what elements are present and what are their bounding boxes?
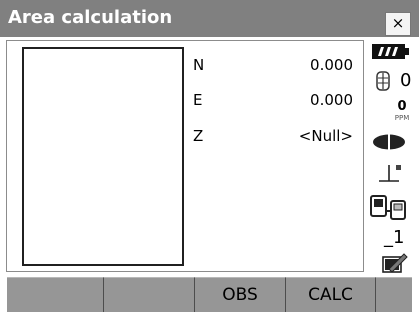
tilt-compensation-icon[interactable] — [377, 162, 407, 184]
title-bar: Area calculation × — [0, 0, 419, 37]
bluetooth-communication-icon[interactable] — [369, 193, 413, 221]
north-label: N — [193, 56, 205, 74]
status-icon-column: 0 0 PPM _1 — [366, 40, 419, 274]
area-calculation-screen: Area calculation × N 0.000 E 0.000 Z <Nu… — [0, 0, 419, 312]
prism-constant: 0 — [400, 70, 412, 91]
softkey-1[interactable] — [7, 277, 104, 312]
east-value: 0.000 — [310, 91, 353, 109]
memory-card-icon[interactable] — [382, 252, 408, 274]
softkey-5[interactable] — [376, 277, 412, 312]
softkey-bar: OBS CALC — [0, 277, 419, 312]
elevation-label: Z — [193, 127, 204, 145]
ppm-value: 0 — [397, 99, 407, 114]
elevation-value: <Null> — [298, 127, 353, 145]
input-mode-indicator[interactable]: _1 — [384, 227, 404, 249]
north-value: 0.000 — [310, 56, 353, 74]
softkey-2[interactable] — [104, 277, 195, 312]
area-plot-box — [22, 47, 184, 266]
battery-icon[interactable] — [372, 43, 410, 60]
prism-icon[interactable] — [376, 71, 390, 91]
close-button[interactable]: × — [385, 12, 411, 36]
main-panel: N 0.000 E 0.000 Z <Null> — [6, 40, 364, 272]
east-label: E — [193, 91, 203, 109]
calc-softkey[interactable]: CALC — [286, 277, 376, 312]
reflectorless-target-icon[interactable] — [372, 134, 406, 150]
window-title: Area calculation — [8, 7, 173, 28]
obs-softkey[interactable]: OBS — [195, 277, 286, 312]
ppm-label: PPM — [394, 114, 410, 122]
